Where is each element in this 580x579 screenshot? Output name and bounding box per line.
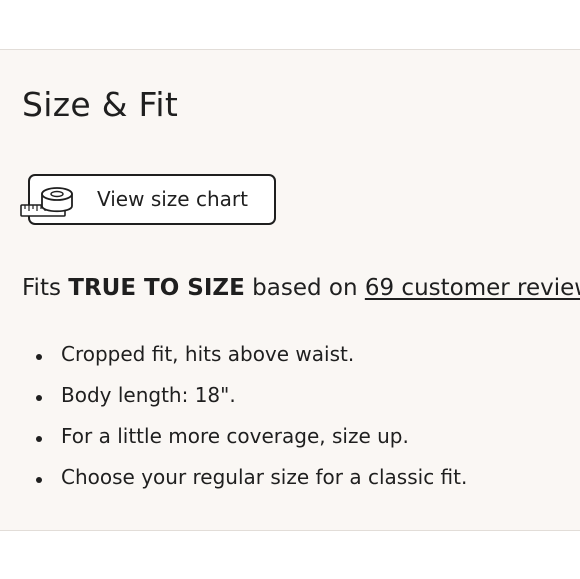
fit-note-text: Body length: 18".	[61, 383, 236, 407]
list-item: Cropped fit, hits above waist.	[22, 342, 467, 383]
bullet-icon	[36, 436, 42, 442]
list-item: Choose your regular size for a classic f…	[22, 465, 467, 506]
page-top-area	[0, 0, 580, 49]
fit-summary: Fits TRUE TO SIZE based on 69 customer r…	[22, 275, 580, 301]
fit-note-text: Choose your regular size for a classic f…	[61, 465, 468, 489]
view-size-chart-label: View size chart	[97, 187, 248, 211]
list-item: For a little more coverage, size up.	[22, 424, 467, 465]
bullet-icon	[36, 395, 42, 401]
view-size-chart-button[interactable]: View size chart	[20, 174, 276, 225]
fit-summary-emphasis: TRUE TO SIZE	[68, 275, 245, 301]
customer-reviews-link[interactable]: 69 customer reviews	[365, 275, 580, 301]
measuring-tape-icon	[20, 187, 73, 217]
section-title: Size & Fit	[22, 85, 179, 124]
fit-note-text: For a little more coverage, size up.	[61, 424, 409, 448]
fit-note-text: Cropped fit, hits above waist.	[61, 342, 355, 366]
bullet-icon	[36, 354, 42, 360]
fit-summary-middle: based on	[244, 275, 365, 301]
list-item: Body length: 18".	[22, 383, 467, 424]
fit-summary-prefix: Fits	[22, 275, 69, 301]
fit-notes-list: Cropped fit, hits above waist. Body leng…	[22, 342, 467, 506]
size-and-fit-section: Size & Fit View size chart Fits TRUE TO …	[0, 49, 580, 531]
bullet-icon	[36, 477, 42, 483]
page-bottom-area	[0, 531, 580, 579]
